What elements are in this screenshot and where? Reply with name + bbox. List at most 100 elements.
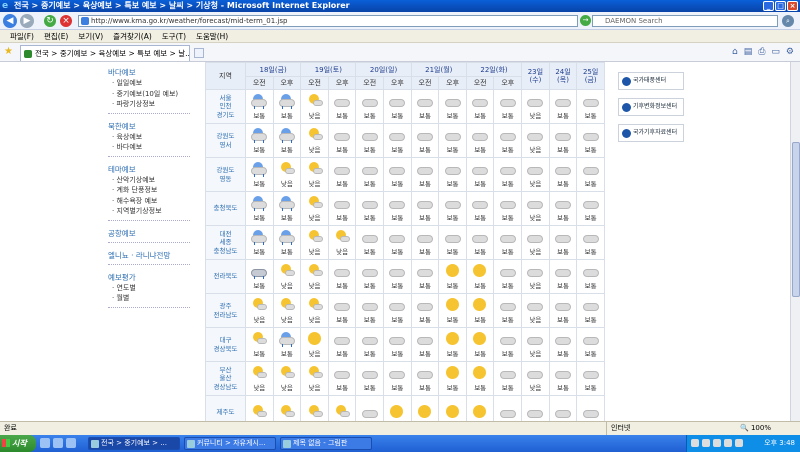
region-cell[interactable]: 강원도 영서: [205, 123, 246, 158]
precip-level: 보통: [474, 383, 487, 392]
region-header: 지역: [205, 62, 246, 90]
tab-current[interactable]: 전국 > 중기예보 > 육상예보 > 특보 예보 > 날...: [20, 45, 190, 61]
menu-view[interactable]: 보기(V): [78, 30, 103, 42]
related-link-banner[interactable]: 기후변화정보센터: [618, 98, 684, 116]
partly-cloudy-icon: [278, 297, 296, 312]
forecast-cell: 낮음: [300, 157, 329, 192]
region-cell[interactable]: 부산 울산 경상남도: [205, 361, 246, 396]
region-cell[interactable]: 대구 경상북도: [205, 327, 246, 362]
task-ie-window[interactable]: 전국 > 중기예보 > ...: [88, 437, 180, 450]
forward-icon: ▶: [23, 16, 31, 26]
close-button[interactable]: ×: [787, 1, 798, 11]
precip-level: 보통: [336, 315, 349, 324]
minimize-button[interactable]: _: [763, 1, 774, 11]
back-button[interactable]: ◀: [3, 14, 17, 28]
zoom-level[interactable]: 🔍 100%: [740, 422, 771, 435]
tray-icon[interactable]: [724, 439, 732, 447]
forecast-cell: 낮음: [300, 123, 329, 158]
region-cell[interactable]: 제주도: [205, 395, 246, 421]
region-cell[interactable]: 강원도 영동: [205, 157, 246, 192]
sidebar-section-title[interactable]: 테마예보: [108, 165, 190, 175]
menu-tools[interactable]: 도구(T): [162, 30, 186, 42]
menu-favorites[interactable]: 즐겨찾기(A): [113, 30, 152, 42]
sidebar-section-title[interactable]: 북한예보: [108, 122, 190, 132]
sidebar-item[interactable]: · 일일예보: [108, 78, 190, 89]
sidebar-item[interactable]: · 중기예보(10일 예보): [108, 89, 190, 100]
sidebar-item[interactable]: · 지역별기상정보: [108, 206, 190, 217]
forecast-cell: 낮음: [521, 327, 550, 362]
forecast-row: 대구 경상북도 보통 보통 낮음 보통 보통 보통 보통 보통 보통 보통 낮음 보통 보통: [205, 327, 605, 362]
region-cell[interactable]: 충청북도: [205, 191, 246, 226]
sidebar-section-title[interactable]: 공항예보: [108, 229, 190, 239]
stop-button[interactable]: ×: [60, 15, 72, 27]
star-icon[interactable]: ★: [4, 46, 13, 57]
vertical-scrollbar[interactable]: [790, 62, 800, 421]
task-community-window[interactable]: 커뮤니티 > 자유게시...: [184, 437, 276, 450]
tools-icon[interactable]: ⚙: [786, 47, 794, 57]
sidebar-section-title[interactable]: 바다예보: [108, 68, 190, 78]
search-button[interactable]: ⌕: [782, 15, 794, 27]
sidebar-item[interactable]: · 바다예보: [108, 142, 190, 153]
search-input[interactable]: DAEMON Search: [592, 15, 778, 27]
forecast-cell: 보통: [576, 123, 605, 158]
region-cell[interactable]: 서울 인천 경기도: [205, 89, 246, 124]
sidebar-item[interactable]: · 파랑기상정보: [108, 99, 190, 110]
sidebar-item[interactable]: · 육상예보: [108, 132, 190, 143]
menu-file[interactable]: 파일(F): [10, 30, 34, 42]
precip-level: 보통: [501, 247, 514, 256]
scrollbar-thumb[interactable]: [792, 142, 800, 297]
sidebar-section-title[interactable]: 엘니뇨 · 라니냐전망: [108, 251, 190, 261]
sidebar-section-title[interactable]: 예보평가: [108, 273, 190, 283]
region-cell[interactable]: 광주 전라남도: [205, 293, 246, 328]
cloudy-icon: [388, 366, 406, 380]
menu-edit[interactable]: 편집(E): [44, 30, 68, 42]
precip-level: 낮음: [529, 213, 542, 222]
tray-icon[interactable]: [702, 439, 710, 447]
cloudy-icon: [499, 128, 517, 142]
start-button[interactable]: 시작: [0, 435, 36, 452]
related-link-banner[interactable]: 국가기후자료센터: [618, 124, 684, 142]
cloudy-icon: [361, 405, 379, 419]
precip-level: 보통: [557, 179, 569, 188]
tray-icon[interactable]: [713, 439, 721, 447]
status-text: 완료: [4, 424, 17, 432]
menu-help[interactable]: 도움말(H): [196, 30, 228, 42]
forecast-cell: 낮음: [300, 293, 329, 328]
sidebar-item[interactable]: · 해수욕장 예보: [108, 196, 190, 207]
sidebar-item-label: 바다예보: [116, 143, 143, 151]
cloudy-icon: [333, 366, 351, 380]
page-menu-icon[interactable]: ▭: [771, 47, 780, 57]
task-label: 전국 > 중기예보 > ...: [101, 439, 167, 447]
media-icon[interactable]: [66, 438, 76, 448]
url-input[interactable]: http://www.kma.go.kr/weather/forecast/mi…: [78, 15, 578, 27]
ie-quicklaunch-icon[interactable]: [53, 438, 63, 448]
precip-level: 낮음: [529, 145, 542, 154]
sidebar-item[interactable]: · 연도별: [108, 283, 190, 294]
maximize-button[interactable]: □: [775, 1, 786, 11]
tray-icon[interactable]: [735, 439, 743, 447]
task-paint-window[interactable]: 제목 없음 - 그림판: [280, 437, 372, 450]
forecast-cell: 보통: [576, 157, 605, 192]
go-button[interactable]: →: [580, 15, 591, 26]
print-icon[interactable]: ⎙: [758, 47, 765, 57]
desktop-icon[interactable]: [40, 438, 50, 448]
forward-button[interactable]: ▶: [20, 14, 34, 28]
forecast-cell: 보통: [355, 89, 385, 124]
home-icon[interactable]: ⌂: [732, 47, 738, 57]
forecast-cell: 낮음: [521, 191, 550, 226]
tray-icon[interactable]: [691, 439, 699, 447]
related-link-banner[interactable]: 국가태풍센터: [618, 72, 684, 90]
precip-level: 낮음: [308, 213, 321, 222]
precip-level: 보통: [557, 213, 569, 222]
new-tab-button[interactable]: [194, 48, 204, 58]
forecast-cell: 보통: [355, 259, 385, 294]
feeds-icon[interactable]: ▤: [744, 47, 753, 57]
sidebar-item[interactable]: · 계화 단풍정보: [108, 185, 190, 196]
forecast-cell: 보통: [465, 327, 495, 362]
refresh-button[interactable]: ↻: [44, 15, 56, 27]
region-cell[interactable]: 전라북도: [205, 259, 246, 294]
sidebar-item[interactable]: · 월별: [108, 293, 190, 304]
sidebar-item[interactable]: · 산악기상예보: [108, 175, 190, 186]
region-cell[interactable]: 대전 세종 충청남도: [205, 225, 246, 260]
forecast-cell: [438, 395, 467, 421]
